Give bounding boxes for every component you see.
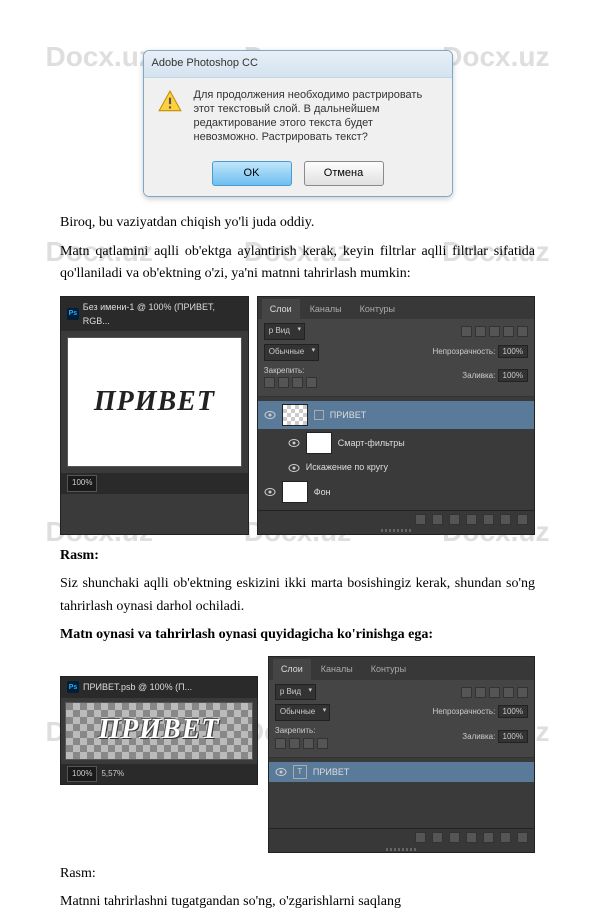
layer-row[interactable]: ПРИВЕТ xyxy=(258,401,534,429)
zoom-value[interactable]: 100% xyxy=(67,766,97,783)
heading: Matn oynasi va tahrirlash oynasi quyidag… xyxy=(60,624,535,646)
new-layer-icon[interactable] xyxy=(500,832,511,843)
filter-icons[interactable] xyxy=(461,326,528,337)
layer-name[interactable]: Фон xyxy=(314,485,331,499)
smart-object-badge xyxy=(314,410,324,420)
new-layer-icon[interactable] xyxy=(500,514,511,525)
ok-button[interactable]: OK xyxy=(212,161,292,187)
lock-icons[interactable] xyxy=(275,738,328,749)
document-canvas: ПРИВЕТ xyxy=(67,337,242,467)
opacity-value[interactable]: 100% xyxy=(498,705,528,718)
opacity-value[interactable]: 100% xyxy=(498,345,528,358)
canvas-text: ПРИВЕТ xyxy=(98,708,219,753)
tab-channels[interactable]: Каналы xyxy=(313,659,361,679)
canvas-text: ПРИВЕТ xyxy=(94,380,215,425)
screenshot-row: Ps ПРИВЕТ.psb @ 100% (П... ПРИВЕТ 100% 5… xyxy=(60,656,535,853)
document-title: Без имени-1 @ 100% (ПРИВЕТ, RGB... xyxy=(83,300,242,329)
layer-row[interactable]: Смарт-фильтры xyxy=(258,429,534,457)
photoshop-icon: Ps xyxy=(67,308,79,320)
document-status-bar: 100% 5,57% xyxy=(61,764,257,785)
opacity-label: Непрозрачность: xyxy=(432,707,495,716)
resize-grip[interactable] xyxy=(258,528,534,534)
adjustment-icon[interactable] xyxy=(466,832,477,843)
paragraph: Siz shunchaki aqlli ob'ektning eskizini … xyxy=(60,573,535,618)
link-icon[interactable] xyxy=(415,832,426,843)
fill-label: Заливка: xyxy=(462,732,495,741)
trash-icon[interactable] xyxy=(517,514,528,525)
panel-footer xyxy=(269,828,534,846)
panel-tabs: Слои Каналы Контуры xyxy=(258,297,534,319)
layer-thumbnail[interactable] xyxy=(306,432,332,454)
photoshop-icon: Ps xyxy=(67,681,79,693)
text-layer-icon: T xyxy=(293,765,307,779)
screenshot-row: Ps Без имени-1 @ 100% (ПРИВЕТ, RGB... ПР… xyxy=(60,296,535,535)
blend-mode-dropdown[interactable]: Обычные xyxy=(275,704,330,721)
blend-mode-dropdown[interactable]: Обычные xyxy=(264,344,319,361)
photoshop-dialog: Adobe Photoshop CC Для продолжения необх… xyxy=(143,50,453,197)
layers-panel: Слои Каналы Контуры р Вид Обычные Непроз… xyxy=(257,296,535,535)
link-icon[interactable] xyxy=(415,514,426,525)
tab-layers[interactable]: Слои xyxy=(273,659,311,679)
panel-tabs: Слои Каналы Контуры xyxy=(269,657,534,679)
paragraph: Biroq, bu vaziyatdan chiqish yo'li juda … xyxy=(60,212,535,234)
document-canvas: ПРИВЕТ xyxy=(65,702,253,760)
fx-icon[interactable] xyxy=(432,832,443,843)
document-titlebar: Ps Без имени-1 @ 100% (ПРИВЕТ, RGB... xyxy=(61,297,248,332)
fill-label: Заливка: xyxy=(462,371,495,380)
opacity-label: Непрозрачность: xyxy=(432,347,495,356)
layer-thumbnail[interactable] xyxy=(282,481,308,503)
layer-row[interactable]: T ПРИВЕТ xyxy=(269,762,534,782)
filter-kind-dropdown[interactable]: р Вид xyxy=(264,323,305,340)
tab-channels[interactable]: Каналы xyxy=(302,299,350,319)
trash-icon[interactable] xyxy=(517,832,528,843)
size-value: 5,57% xyxy=(101,768,124,781)
dialog-message: Для продолжения необходимо растрировать … xyxy=(194,88,440,145)
visibility-icon[interactable] xyxy=(264,487,276,497)
folder-icon[interactable] xyxy=(483,832,494,843)
tab-contours[interactable]: Контуры xyxy=(352,299,403,319)
tab-contours[interactable]: Контуры xyxy=(363,659,414,679)
layer-thumbnail[interactable] xyxy=(282,404,308,426)
document-titlebar: Ps ПРИВЕТ.psb @ 100% (П... xyxy=(61,677,257,697)
caption-label: Rasm: xyxy=(60,863,535,885)
filter-kind-dropdown[interactable]: р Вид xyxy=(275,684,316,701)
layer-row[interactable]: Фон xyxy=(258,478,534,506)
layer-name[interactable]: ПРИВЕТ xyxy=(330,408,366,422)
document-status-bar: 100% xyxy=(61,473,248,494)
fx-icon[interactable] xyxy=(432,514,443,525)
panel-footer xyxy=(258,510,534,528)
fill-value[interactable]: 100% xyxy=(498,369,528,382)
document-window: Ps Без имени-1 @ 100% (ПРИВЕТ, RGB... ПР… xyxy=(60,296,249,535)
visibility-icon[interactable] xyxy=(288,438,300,448)
layer-name[interactable]: Смарт-фильтры xyxy=(338,436,405,450)
resize-grip[interactable] xyxy=(269,846,534,852)
lock-label: Закрепить: xyxy=(264,366,305,375)
folder-icon[interactable] xyxy=(483,514,494,525)
document-window: Ps ПРИВЕТ.psb @ 100% (П... ПРИВЕТ 100% 5… xyxy=(60,676,258,785)
visibility-icon[interactable] xyxy=(288,463,300,473)
lock-label: Закрепить: xyxy=(275,726,316,735)
visibility-icon[interactable] xyxy=(264,410,276,420)
paragraph: Matn qatlamini aqlli ob'ektga aylantiris… xyxy=(60,241,535,286)
caption-label: Rasm: xyxy=(60,545,535,567)
tab-layers[interactable]: Слои xyxy=(262,299,300,319)
dialog-title: Adobe Photoshop CC xyxy=(144,51,452,78)
document-title: ПРИВЕТ.psb @ 100% (П... xyxy=(83,680,192,694)
mask-icon[interactable] xyxy=(449,514,460,525)
cancel-button[interactable]: Отмена xyxy=(304,161,384,187)
lock-icons[interactable] xyxy=(264,377,317,388)
layer-name[interactable]: ПРИВЕТ xyxy=(313,765,349,779)
layer-name[interactable]: Искажение по кругу xyxy=(306,460,388,474)
warning-icon xyxy=(156,88,184,116)
fill-value[interactable]: 100% xyxy=(498,730,528,743)
layers-panel: Слои Каналы Контуры р Вид Обычные Непроз… xyxy=(268,656,535,853)
paragraph: Matnni tahrirlashni tugatgandan so'ng, o… xyxy=(60,891,535,913)
layer-row[interactable]: Искажение по кругу xyxy=(258,457,534,477)
visibility-icon[interactable] xyxy=(275,767,287,777)
filter-icons[interactable] xyxy=(461,687,528,698)
mask-icon[interactable] xyxy=(449,832,460,843)
adjustment-icon[interactable] xyxy=(466,514,477,525)
zoom-value[interactable]: 100% xyxy=(67,475,97,492)
